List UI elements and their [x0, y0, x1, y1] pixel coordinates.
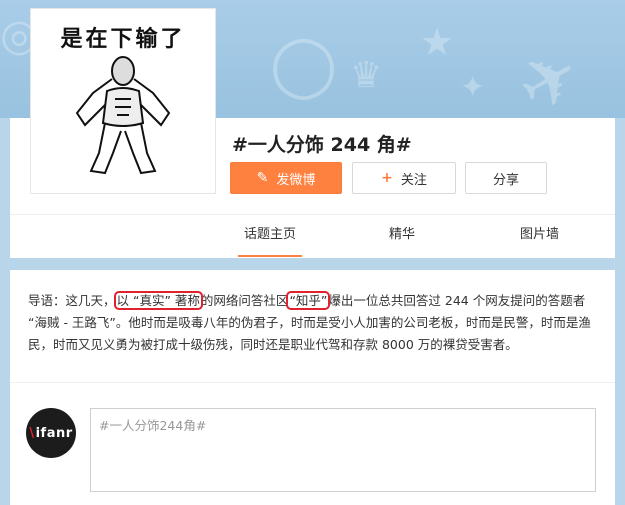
highlight-real: 以 “真实” 著称 [113, 291, 203, 310]
star-decoration-icon: ★ [420, 20, 455, 64]
post-weibo-label: 发微博 [276, 172, 316, 188]
topic-avatar: 是在下输了 [30, 8, 216, 194]
edit-icon: ✎ [256, 170, 269, 186]
share-label: 分享 [492, 172, 519, 188]
follow-button[interactable]: + 关注 [352, 162, 456, 194]
intro-prefix: 导语：这几天， [28, 293, 116, 308]
tab-featured[interactable]: 精华 [389, 215, 415, 257]
highlight-zhihu: “知乎” [286, 291, 331, 310]
tab-photo-wall[interactable]: 图片墙 [520, 215, 559, 257]
topic-title: #一人分饰 244 角# [232, 134, 412, 156]
circle-decoration-icon: ◯ [270, 30, 338, 100]
post-input-value: #一人分饰244角# [99, 418, 207, 433]
ifanr-mark-icon: \ [29, 425, 35, 441]
topic-tabs: 话题主页 精华 图片墙 [10, 214, 615, 257]
post-weibo-button[interactable]: ✎ 发微博 [230, 162, 342, 194]
airplane-decoration-icon: ✈ [503, 30, 596, 118]
plus-icon: + [381, 170, 393, 186]
user-avatar[interactable]: \ ifanr [26, 408, 76, 458]
topic-intro: 导语：这几天，以 “真实” 著称的网络问答社区“知乎”爆出一位总共回答过 244… [28, 290, 596, 356]
crown-decoration-icon: ♛ [350, 55, 383, 96]
meme-image: 是在下输了 [35, 13, 211, 189]
divider [10, 382, 615, 383]
sparkle-decoration-icon: ✦ [460, 70, 486, 105]
follow-label: 关注 [400, 172, 427, 188]
intro-middle: 的网络问答社区 [200, 293, 289, 308]
share-button[interactable]: 分享 [465, 162, 547, 194]
meme-figure-icon [75, 56, 171, 175]
tab-topic-home[interactable]: 话题主页 [238, 215, 303, 257]
post-input[interactable]: #一人分饰244角# [90, 408, 596, 492]
avatar-text: ifanr [35, 425, 73, 441]
